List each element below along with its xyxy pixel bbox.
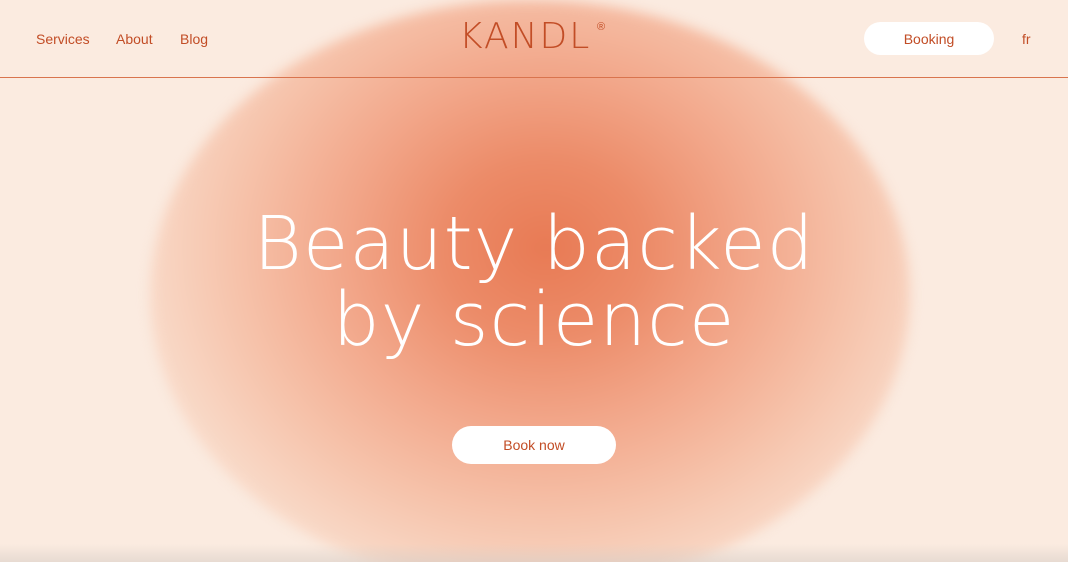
hero-heading-line-1: Beauty backed bbox=[253, 201, 815, 287]
registered-mark: ® bbox=[597, 21, 606, 33]
nav-services-link[interactable]: Services bbox=[36, 31, 90, 47]
book-now-button[interactable]: Book now bbox=[452, 426, 616, 464]
brand-logo[interactable]: KANDL bbox=[459, 17, 591, 57]
hero-heading: Beauty backed by science bbox=[0, 206, 1068, 358]
nav-about-link[interactable]: About bbox=[116, 31, 153, 47]
nav-blog-link[interactable]: Blog bbox=[180, 31, 208, 47]
section-bottom-shadow bbox=[0, 544, 1068, 562]
site-header: Services About Blog KANDL ® Booking fr bbox=[0, 0, 1068, 78]
hero-heading-line-2: by science bbox=[332, 277, 736, 363]
booking-button[interactable]: Booking bbox=[864, 22, 994, 55]
language-switch-link[interactable]: fr bbox=[1022, 31, 1031, 47]
